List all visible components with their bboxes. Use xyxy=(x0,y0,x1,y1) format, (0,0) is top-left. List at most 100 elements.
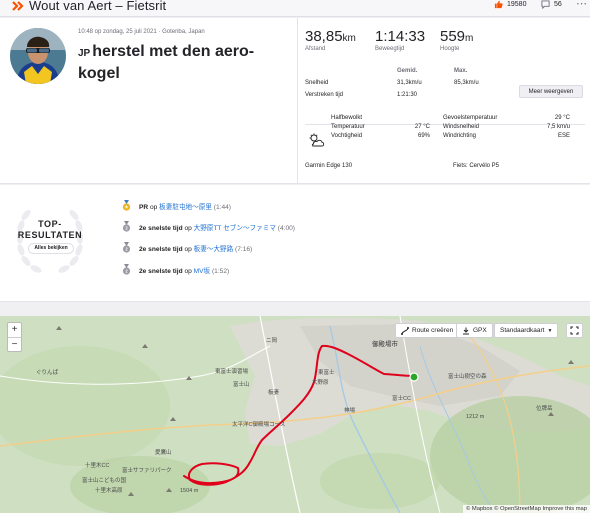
show-more-button[interactable]: Meer weergeven xyxy=(519,85,583,98)
segment-time: (7:16) xyxy=(235,245,253,253)
fullscreen-button[interactable] xyxy=(566,323,583,338)
kudos-button[interactable]: 19580 xyxy=(494,0,526,9)
stat-moving-time-label: Beweegtijd xyxy=(375,46,405,52)
caret-down-icon: ▼ xyxy=(547,327,553,334)
col-header-max: Max. xyxy=(454,68,468,74)
map-label: 十里木CC xyxy=(85,463,110,469)
weather-feels-like-label: Gevoelstemperatuur xyxy=(443,115,498,121)
weather-condition: Halfbewolkt xyxy=(331,115,363,121)
route-icon xyxy=(401,326,409,335)
achievement-rank: 2e snelste tijd xyxy=(139,224,183,232)
comment-count: 56 xyxy=(554,1,562,8)
comments-button[interactable]: 56 xyxy=(541,0,562,9)
weather-wind-dir-label: Windrichting xyxy=(443,133,477,139)
stat-moving-time: 1:14:33 Beweegtijd xyxy=(375,28,425,52)
activity-title: JP herstel met den aero-kogel xyxy=(78,42,278,84)
segment-link[interactable]: 板妻駐屯地～原里 xyxy=(159,204,212,211)
stat-elevation-value: 559 xyxy=(440,28,466,45)
achievement-connector: op xyxy=(148,203,160,211)
activity-datetime-location: 10:48 op zondag, 25 juli 2021 · Gotenba,… xyxy=(78,29,205,35)
map-label: 東富士演習場 xyxy=(215,369,249,375)
download-icon xyxy=(463,327,469,334)
weather-feels-like-value: 29 °C xyxy=(554,115,570,121)
card-divider xyxy=(297,18,298,184)
kudos-count: 19580 xyxy=(507,1,527,8)
achievement-item: 2 2e snelste tijd op 大野原TT セブン～ファミマ (4:0… xyxy=(121,221,295,232)
zoom-control: + − xyxy=(7,322,22,352)
map-label: 神場 xyxy=(344,408,356,414)
map-label: 富士CC xyxy=(392,396,411,402)
country-flag-jp: JP xyxy=(78,48,91,59)
speed-avg: 31,3km/u xyxy=(397,80,422,86)
export-gpx-label: GPX xyxy=(473,327,487,334)
route-map[interactable]: + − Route creëren GPX Standaardkaart ▼ 御… xyxy=(0,316,590,513)
map-label: 1504 m xyxy=(180,488,199,494)
stat-distance: 38,85km Afstand xyxy=(305,28,356,52)
row-label-elapsed: Verstreken tijd xyxy=(305,92,344,98)
col-header-avg: Gemid. xyxy=(397,68,418,74)
achievement-connector: op xyxy=(182,245,194,253)
map-label: 富士山こどもの国 xyxy=(82,478,127,484)
map-label: ニ岡 xyxy=(266,338,278,344)
athlete-avatar[interactable] xyxy=(10,28,66,84)
silver-medal-icon: 2 xyxy=(122,264,131,275)
map-type-select[interactable]: Standaardkaart ▼ xyxy=(494,323,559,338)
map-label: 位牌岳 xyxy=(536,406,553,412)
achievement-item: 2 2e snelste tijd op 板妻～大野路 (7:16) xyxy=(121,242,252,253)
weather-wind-speed-label: Windsnelheid xyxy=(443,124,480,130)
view-all-button[interactable]: Alles bekijken xyxy=(28,243,74,254)
map-label: 東富士 xyxy=(318,370,335,376)
segment-link[interactable]: 大野原TT セブン～ファミマ xyxy=(194,225,276,232)
partly-cloudy-icon xyxy=(309,133,325,147)
map-label: 太平洋C御殿場コース xyxy=(232,422,286,428)
achievement-rank: 2e snelste tijd xyxy=(139,245,183,253)
achievement-connector: op xyxy=(182,267,194,275)
top-results-card: TOP- RESULTATEN Alles bekijken PR op 板妻駐… xyxy=(0,185,590,302)
segment-link[interactable]: MV坂 xyxy=(194,268,210,275)
segment-time: (1:52) xyxy=(211,267,230,275)
weather-humidity-label: Vochtigheid xyxy=(331,133,363,139)
more-options-icon[interactable]: ⋯ xyxy=(576,0,587,10)
stat-distance-unit: km xyxy=(342,33,356,44)
top-results-title-1: TOP- xyxy=(38,219,62,229)
zoom-in-button[interactable]: + xyxy=(8,323,21,337)
map-label: 大野原 xyxy=(312,380,329,386)
weather-humidity-value: 69% xyxy=(417,133,430,139)
segment-time: (4:00) xyxy=(277,224,296,232)
stat-moving-time-value: 1:14:33 xyxy=(375,28,426,45)
segment-time: (1:44) xyxy=(213,203,231,211)
activity-header: Wout van Aert – Fietsrit 19580 56 ⋯ xyxy=(0,0,590,17)
stat-elevation-unit: m xyxy=(465,33,474,44)
export-gpx-button[interactable]: GPX xyxy=(456,323,493,338)
map-label: 富士山樹空の森 xyxy=(448,374,487,380)
zoom-out-button[interactable]: − xyxy=(8,337,21,351)
row-label-speed: Snelheid xyxy=(305,80,329,86)
strava-chevron-icon xyxy=(12,1,24,11)
achievement-connector: op xyxy=(182,224,194,232)
elapsed-time-value: 1:21:30 xyxy=(397,92,418,98)
map-attribution[interactable]: © Mapbox © OpenStreetMap Improve this ma… xyxy=(463,505,590,513)
create-route-label: Route creëren xyxy=(412,327,454,334)
bike-name[interactable]: Fiets: Cervélo P5 xyxy=(453,163,499,169)
segment-link[interactable]: 板妻～大野路 xyxy=(194,246,234,253)
route-start-marker xyxy=(409,372,419,382)
achievement-rank: PR xyxy=(139,203,149,211)
fullscreen-icon xyxy=(570,326,579,335)
speed-max: 85,3km/u xyxy=(454,80,479,86)
map-label: 板妻 xyxy=(268,390,280,396)
top-results-title-2: RESULTATEN xyxy=(17,230,83,240)
activity-header-title: Wout van Aert – Fietsrit xyxy=(29,0,167,13)
achievement-item: 2 2e snelste tijd op MV坂 (1:52) xyxy=(121,264,229,275)
create-route-button[interactable]: Route creëren xyxy=(395,323,460,338)
map-label: ぐりんぱ xyxy=(36,370,59,376)
top-results-badge: TOP- RESULTATEN Alles bekijken xyxy=(10,198,90,278)
map-label: 御殿場市 xyxy=(372,341,398,348)
gold-medal-icon xyxy=(122,200,131,211)
silver-medal-icon: 2 xyxy=(122,242,131,253)
activity-summary-card: 10:48 op zondag, 25 juli 2021 · Gotenba,… xyxy=(0,18,590,184)
map-type-value: Standaardkaart xyxy=(500,327,545,334)
activity-page: Wout van Aert – Fietsrit 19580 56 ⋯ 10:4… xyxy=(0,0,590,513)
achievement-rank: 2e snelste tijd xyxy=(139,267,183,275)
comment-icon xyxy=(541,0,550,9)
map-label: 富士サファリパーク xyxy=(122,468,172,474)
